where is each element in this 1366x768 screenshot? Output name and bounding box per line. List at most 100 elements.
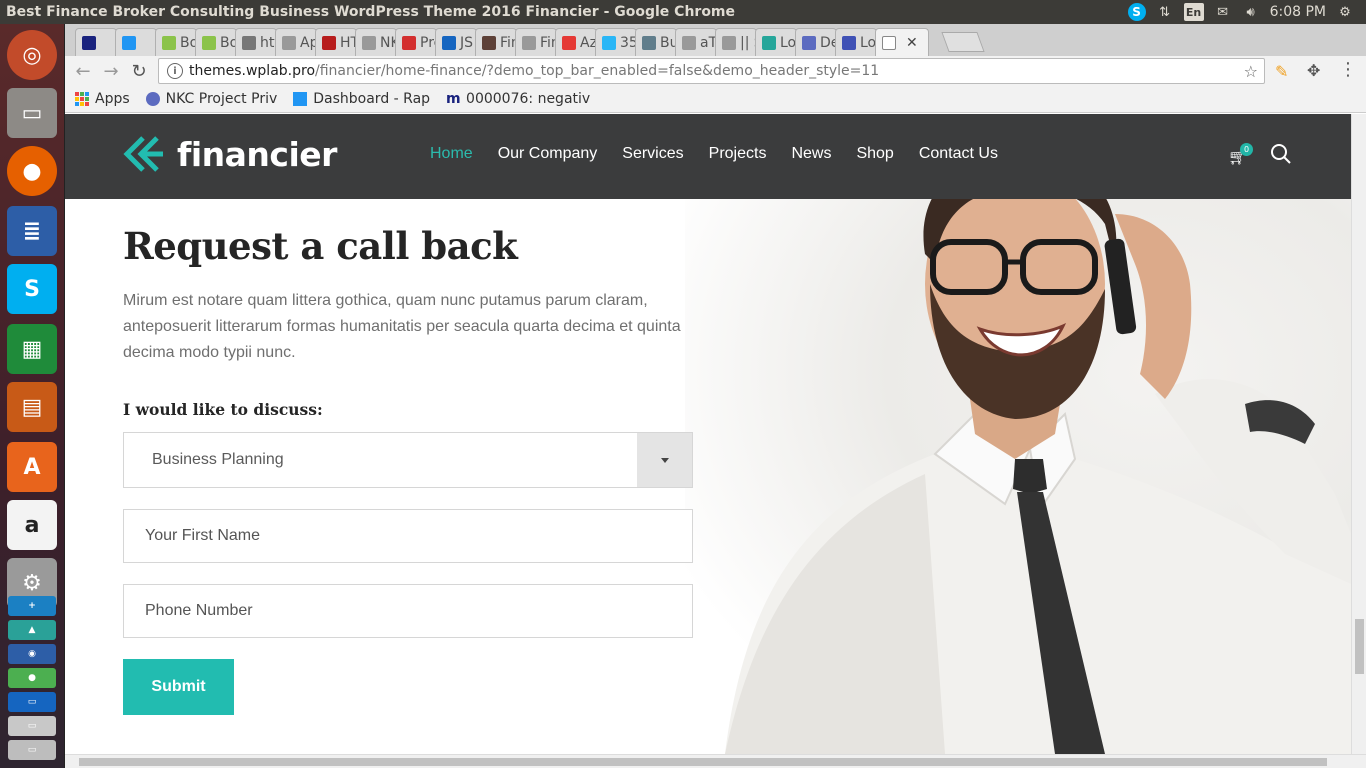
- forward-arrow-icon[interactable]: →: [97, 57, 125, 85]
- financier-logo[interactable]: financier: [123, 134, 337, 174]
- mail-icon[interactable]: ✉: [1214, 3, 1232, 21]
- skype-launcher-icon[interactable]: S: [7, 264, 57, 314]
- close-tab-icon[interactable]: ✕: [906, 35, 918, 51]
- address-bar[interactable]: i themes.wplab.pro/financier/home-financ…: [158, 58, 1265, 84]
- stacked-app-icon-7[interactable]: ▭: [8, 740, 56, 760]
- stacked-app-icon-4[interactable]: ●: [8, 668, 56, 688]
- submit-button[interactable]: Submit: [123, 659, 234, 715]
- bookmark-dashboard[interactable]: Dashboard - Rap: [293, 91, 430, 107]
- menu-item-services[interactable]: Services: [622, 145, 683, 163]
- browser-tab[interactable]: Fin: [515, 28, 557, 56]
- bookmark-label: Apps: [95, 91, 130, 107]
- tab-favicon-icon: [762, 35, 776, 50]
- bookmark-nkc-project[interactable]: NKC Project Priv: [145, 91, 277, 107]
- logo-text: financier: [177, 134, 337, 174]
- tab-favicon-icon: [202, 35, 216, 50]
- browser-tab[interactable]: Bo: [195, 28, 237, 56]
- site-info-icon[interactable]: i: [167, 63, 183, 79]
- vertical-scrollbar[interactable]: [1351, 114, 1366, 754]
- volume-icon[interactable]: 🔊︎: [1242, 3, 1260, 21]
- tab-favicon-icon: [602, 35, 616, 50]
- apps-grid-icon: [75, 92, 89, 106]
- browser-tab[interactable]: aT: [675, 28, 717, 56]
- browser-tab[interactable]: NK: [355, 28, 397, 56]
- first-name-input[interactable]: Your First Name: [123, 509, 693, 563]
- horizontal-scrollbar[interactable]: [65, 754, 1366, 768]
- browser-tab[interactable]: De: [795, 28, 837, 56]
- bookmark-label: Dashboard - Rap: [313, 91, 431, 107]
- active-browser-tab[interactable]: ✕: [875, 28, 929, 56]
- tab-favicon-icon: [642, 35, 656, 50]
- browser-tab[interactable]: JS: [435, 28, 477, 56]
- system-top-panel: Best Finance Broker Consulting Business …: [0, 0, 1366, 24]
- topic-select[interactable]: Business Planning: [123, 432, 693, 488]
- ubuntu-dash-icon[interactable]: ◎: [7, 30, 57, 80]
- browser-tab[interactable]: Fin: [475, 28, 517, 56]
- stacked-app-icon-2[interactable]: ▲: [8, 620, 56, 640]
- browser-tab[interactable]: [75, 28, 117, 56]
- chrome-tab-strip: BoBohttApHTNKPreJSFinFinAz35BuaT|| SLoDe…: [65, 24, 1366, 56]
- chrome-menu-icon[interactable]: ⋮: [1339, 59, 1357, 80]
- menu-item-projects[interactable]: Projects: [709, 145, 767, 163]
- files-icon[interactable]: ▭: [7, 88, 57, 138]
- browser-tab[interactable]: [115, 28, 157, 56]
- menu-item-shop[interactable]: Shop: [856, 145, 893, 163]
- skype-icon[interactable]: S: [1127, 3, 1146, 21]
- browser-tab[interactable]: Az: [555, 28, 597, 56]
- back-arrow-icon[interactable]: ←: [69, 57, 97, 85]
- menu-item-our-company[interactable]: Our Company: [498, 145, 598, 163]
- system-tray: S ⇅ En ✉ 🔊︎ 6:08 PM ⚙: [1127, 3, 1366, 21]
- network-icon[interactable]: ⇅: [1156, 3, 1174, 21]
- stacked-app-icon-3[interactable]: ◉: [8, 644, 56, 664]
- phone-number-input[interactable]: Phone Number: [123, 584, 693, 638]
- browser-tab[interactable]: Lo: [755, 28, 797, 56]
- software-center-icon[interactable]: A: [7, 442, 57, 492]
- libreoffice-calc-icon[interactable]: ▦: [7, 324, 57, 374]
- menu-item-home[interactable]: Home: [430, 145, 473, 163]
- reload-icon[interactable]: ↻: [125, 57, 153, 85]
- workbench-icon[interactable]: ▭: [8, 692, 56, 712]
- keyboard-language-indicator[interactable]: En: [1183, 3, 1204, 21]
- dropdown-toggle[interactable]: [637, 433, 692, 487]
- libreoffice-writer-icon[interactable]: ≣: [7, 206, 57, 256]
- tab-favicon-icon: [82, 35, 96, 50]
- extension-pencil-icon[interactable]: ✎: [1275, 62, 1288, 81]
- url-path: /financier/home-finance/?demo_top_bar_en…: [315, 63, 880, 79]
- bookmarks-bar: Apps NKC Project Priv Dashboard - Rap m …: [65, 86, 1366, 113]
- url-host: themes.wplab.pro: [189, 63, 316, 79]
- amazon-icon[interactable]: a: [7, 500, 57, 550]
- extension-move-icon[interactable]: ✥: [1307, 61, 1320, 80]
- browser-tab[interactable]: Ap: [275, 28, 317, 56]
- chrome-toolbar: ← → ↻ i themes.wplab.pro/financier/home-…: [65, 56, 1366, 86]
- tab-label: Lo: [860, 34, 877, 51]
- tab-label: Lo: [780, 34, 797, 51]
- tab-favicon-icon: [482, 35, 496, 50]
- browser-tab[interactable]: htt: [235, 28, 277, 56]
- settings-gear-icon[interactable]: ⚙: [1336, 3, 1354, 21]
- browser-tab[interactable]: Pre: [395, 28, 437, 56]
- menu-item-contact-us[interactable]: Contact Us: [919, 145, 998, 163]
- stacked-app-icon-6[interactable]: ▭: [8, 716, 56, 736]
- topic-selected-value: Business Planning: [152, 451, 284, 468]
- browser-tab[interactable]: || S: [715, 28, 757, 56]
- form-title: Request a call back: [123, 224, 518, 268]
- stacked-app-icon-1[interactable]: +: [8, 596, 56, 616]
- browser-tab[interactable]: Bu: [635, 28, 677, 56]
- tab-favicon-icon: [562, 35, 576, 50]
- search-icon[interactable]: [1270, 143, 1292, 165]
- vertical-scroll-thumb[interactable]: [1355, 619, 1364, 674]
- new-tab-button[interactable]: [941, 32, 985, 52]
- bookmark-apps[interactable]: Apps: [75, 91, 130, 107]
- horizontal-scroll-thumb[interactable]: [79, 758, 1327, 766]
- browser-tab[interactable]: Bo: [155, 28, 197, 56]
- clock[interactable]: 6:08 PM: [1270, 4, 1326, 20]
- menu-item-news[interactable]: News: [791, 145, 831, 163]
- bookmark-favicon-icon: [145, 92, 160, 106]
- bookmark-star-icon[interactable]: ☆: [1244, 62, 1258, 81]
- firefox-icon[interactable]: ●: [7, 146, 57, 196]
- browser-tab[interactable]: HT: [315, 28, 357, 56]
- browser-tab[interactable]: 35: [595, 28, 637, 56]
- bookmark-mantis[interactable]: m 0000076: negativ: [446, 91, 590, 107]
- libreoffice-impress-icon[interactable]: ▤: [7, 382, 57, 432]
- browser-tab[interactable]: Lo: [835, 28, 877, 56]
